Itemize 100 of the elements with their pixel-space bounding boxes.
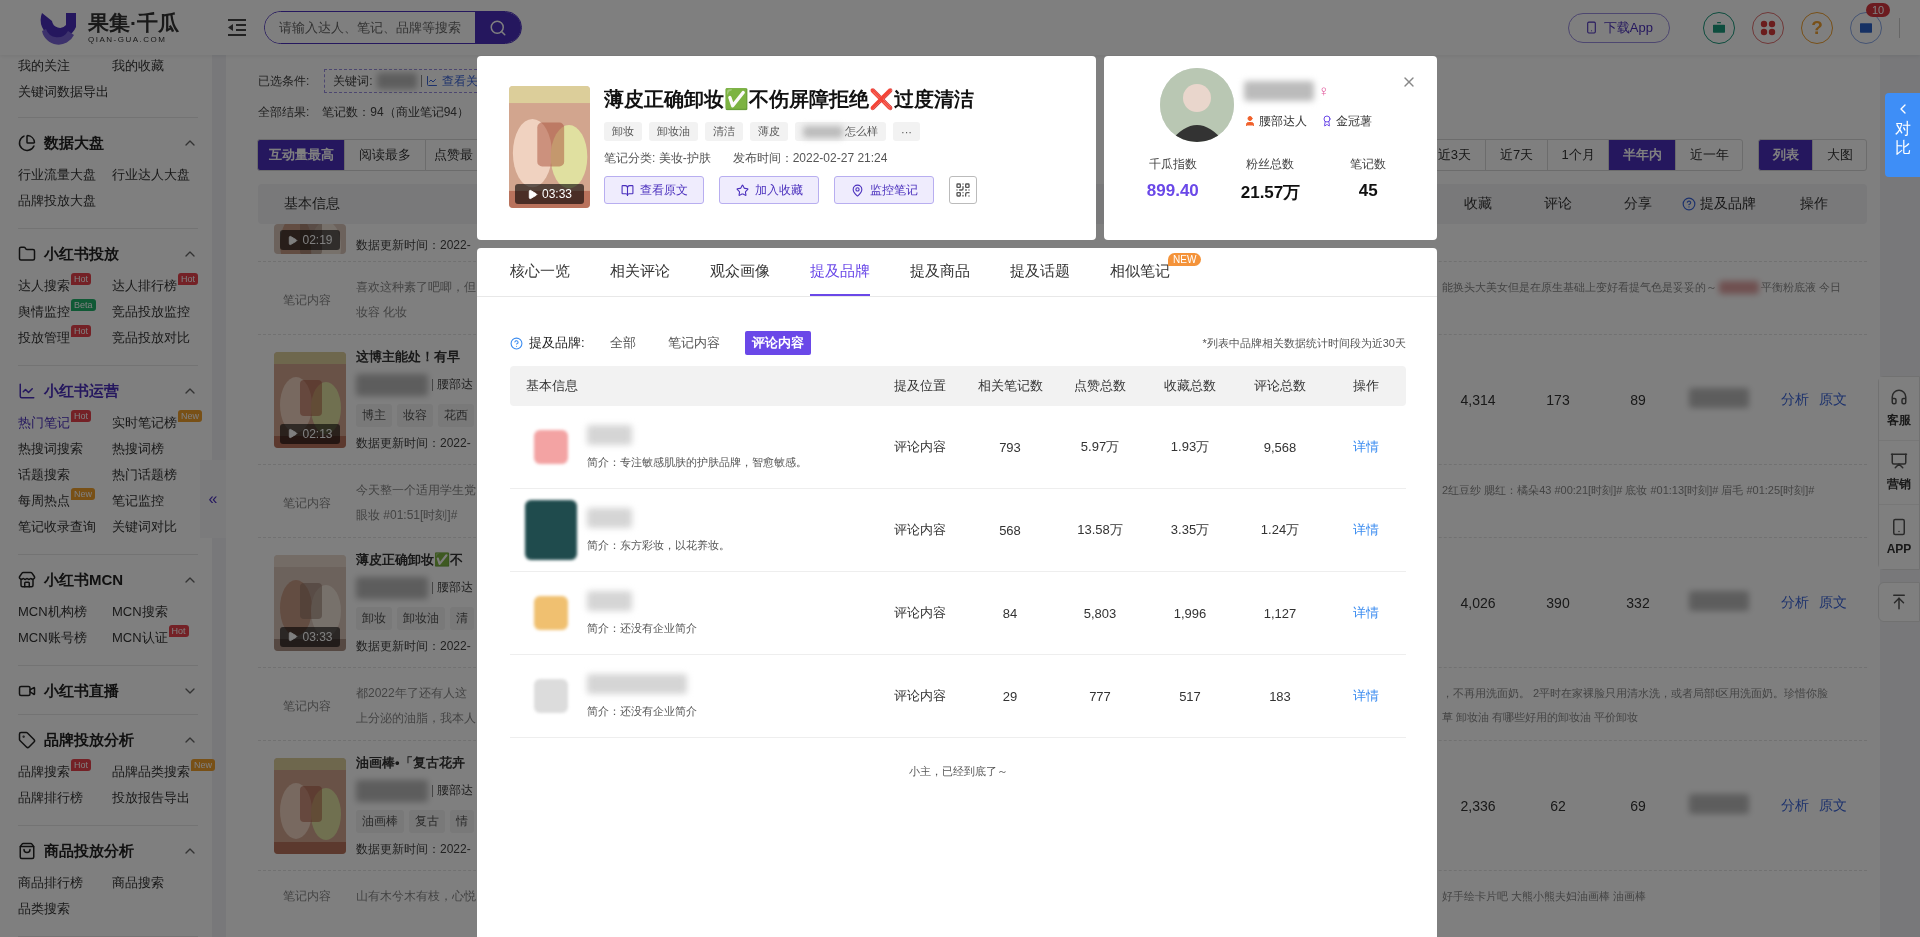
- nav-item[interactable]: 行业流量大盘: [18, 166, 96, 184]
- nav-item[interactable]: 每周热点: [18, 492, 70, 510]
- time-tab[interactable]: 近7天: [1485, 139, 1548, 171]
- nav-item[interactable]: 品类搜索: [18, 900, 70, 918]
- section-title[interactable]: 小红书投放: [44, 244, 174, 264]
- sort-tab[interactable]: 阅读最多: [344, 139, 426, 171]
- nav-item[interactable]: 品牌投放大盘: [18, 192, 96, 210]
- tag-label: Hot: [168, 625, 189, 637]
- qr-code-icon: [955, 182, 971, 198]
- author-level: 腰部达: [437, 579, 473, 596]
- table-cell-text: 3.35万: [1169, 521, 1211, 539]
- brand-intro: 简介：专注敏感肌肤的护肤品牌，智愈敏感。: [587, 454, 807, 470]
- nav-item[interactable]: MCN机构榜: [18, 603, 87, 621]
- section-title[interactable]: 小红书直播: [44, 681, 174, 701]
- back-to-top-button[interactable]: [1878, 582, 1920, 622]
- nav-item[interactable]: 投放管理: [18, 329, 70, 347]
- nav-item[interactable]: 达人排行榜: [112, 277, 177, 295]
- qr-button[interactable]: [949, 176, 977, 204]
- nav-item[interactable]: 热搜词榜: [112, 440, 164, 458]
- nav-item[interactable]: 商品搜索: [112, 874, 164, 892]
- nav-item[interactable]: 达人搜索: [18, 277, 70, 295]
- section-icon: [18, 842, 36, 860]
- tab[interactable]: 相关评论: [610, 248, 670, 296]
- tab[interactable]: 提及商品: [910, 248, 970, 296]
- section-title[interactable]: 品牌投放分析: [44, 730, 174, 750]
- stat-value: 4,026: [1459, 594, 1497, 611]
- action-button[interactable]: 查看原文: [604, 176, 704, 204]
- nav-item[interactable]: 舆情监控: [18, 303, 70, 321]
- detail-link[interactable]: 详情: [1325, 438, 1406, 456]
- view-tab[interactable]: 大图: [1812, 139, 1867, 171]
- section-title[interactable]: 小红书运营: [44, 381, 174, 401]
- section-title[interactable]: 小红书MCN: [44, 570, 174, 590]
- nav-item[interactable]: MCN账号榜: [18, 629, 87, 647]
- nav-item[interactable]: 实时笔记榜: [112, 414, 177, 432]
- menu-button[interactable]: [226, 16, 248, 39]
- nav-item[interactable]: 热门笔记: [18, 414, 70, 432]
- stat-value: 62: [1549, 797, 1567, 814]
- tab[interactable]: 相似笔记: [1110, 248, 1170, 296]
- detail-link[interactable]: 详情: [1325, 604, 1406, 622]
- action-link[interactable]: 原文: [1818, 593, 1847, 612]
- tag-label: 油画棒: [356, 809, 404, 833]
- nav-item[interactable]: 品牌搜索: [18, 763, 70, 781]
- tab[interactable]: 观众画像: [710, 248, 770, 296]
- compare-tab[interactable]: 对比: [1885, 93, 1920, 177]
- nav-item[interactable]: 品牌排行榜: [18, 789, 83, 807]
- nav-item[interactable]: 关键词对比: [112, 518, 177, 536]
- nav-item[interactable]: 行业达人大盘: [112, 166, 190, 184]
- download-button[interactable]: 下载App: [1567, 12, 1670, 43]
- nav-item[interactable]: 热门话题榜: [112, 466, 177, 484]
- pin-icon: [850, 183, 864, 197]
- view-tab[interactable]: 列表: [1758, 139, 1813, 171]
- redacted-text: [356, 779, 428, 802]
- nav-item[interactable]: 品牌品类搜索: [112, 763, 190, 781]
- nav-item[interactable]: 商品排行榜: [18, 874, 83, 892]
- tab[interactable]: 核心一览: [510, 248, 570, 296]
- stat-value: 45: [1357, 181, 1379, 201]
- tab[interactable]: 提及品牌: [810, 248, 870, 296]
- nav-item[interactable]: 话题搜索: [18, 466, 70, 484]
- search-button[interactable]: [475, 12, 521, 43]
- briefcase-button[interactable]: [1703, 11, 1735, 44]
- detail-link[interactable]: 详情: [1325, 521, 1406, 539]
- section-title[interactable]: 数据大盘: [44, 133, 174, 153]
- nav-item[interactable]: MCN认证: [112, 629, 168, 647]
- action-link[interactable]: 原文: [1818, 796, 1847, 815]
- search-field[interactable]: 请输入达人、笔记、品牌等搜索: [264, 11, 522, 44]
- action-link[interactable]: 分析: [1780, 390, 1809, 409]
- tab[interactable]: 提及话题: [1010, 248, 1070, 296]
- nav-item[interactable]: 竞品投放对比: [112, 329, 190, 347]
- action-button[interactable]: 加入收藏: [719, 176, 819, 204]
- nav-item[interactable]: 我的收藏: [112, 57, 164, 75]
- nav-item[interactable]: 竞品投放监控: [112, 303, 190, 321]
- section-title[interactable]: 商品投放分析: [44, 841, 174, 861]
- nav-item[interactable]: 我的关注: [18, 57, 70, 75]
- nav-item[interactable]: 关键词数据导出: [18, 83, 109, 101]
- filter-label: 提及品牌:: [529, 334, 585, 352]
- redacted-text: [1689, 388, 1749, 408]
- note-title[interactable]: 这博主能处！有早: [356, 347, 474, 366]
- redacted-text: [356, 373, 428, 396]
- filter-option[interactable]: 全部: [602, 331, 643, 355]
- nav-item[interactable]: 笔记监控: [112, 492, 164, 510]
- detail-link[interactable]: 详情: [1325, 687, 1406, 705]
- side-tool-button[interactable]: 客服: [1879, 377, 1919, 441]
- action-button[interactable]: 监控笔记: [834, 176, 934, 204]
- action-link[interactable]: 原文: [1818, 390, 1847, 409]
- time-tab[interactable]: 半年内: [1608, 139, 1676, 171]
- time-tab[interactable]: 1个月: [1547, 139, 1609, 171]
- filter-option[interactable]: 笔记内容: [660, 331, 727, 355]
- apps-button[interactable]: [1752, 11, 1784, 44]
- filter-option[interactable]: 评论内容: [744, 331, 811, 355]
- nav-item[interactable]: 投放报告导出: [112, 789, 190, 807]
- table-cell-text: 183: [1268, 688, 1292, 704]
- note-title[interactable]: 薄皮正确卸妆✅不: [356, 550, 474, 569]
- action-link[interactable]: 分析: [1780, 593, 1809, 612]
- nav-item[interactable]: MCN搜索: [112, 603, 168, 621]
- view-link[interactable]: 查看关: [441, 72, 478, 90]
- sort-tab[interactable]: 互动量最高: [257, 139, 345, 171]
- action-link[interactable]: 分析: [1780, 796, 1809, 815]
- nav-item[interactable]: 笔记收录查询: [18, 518, 96, 536]
- nav-item[interactable]: 热搜词搜索: [18, 440, 83, 458]
- note-title[interactable]: 油画棒•「复古花卉: [356, 753, 474, 772]
